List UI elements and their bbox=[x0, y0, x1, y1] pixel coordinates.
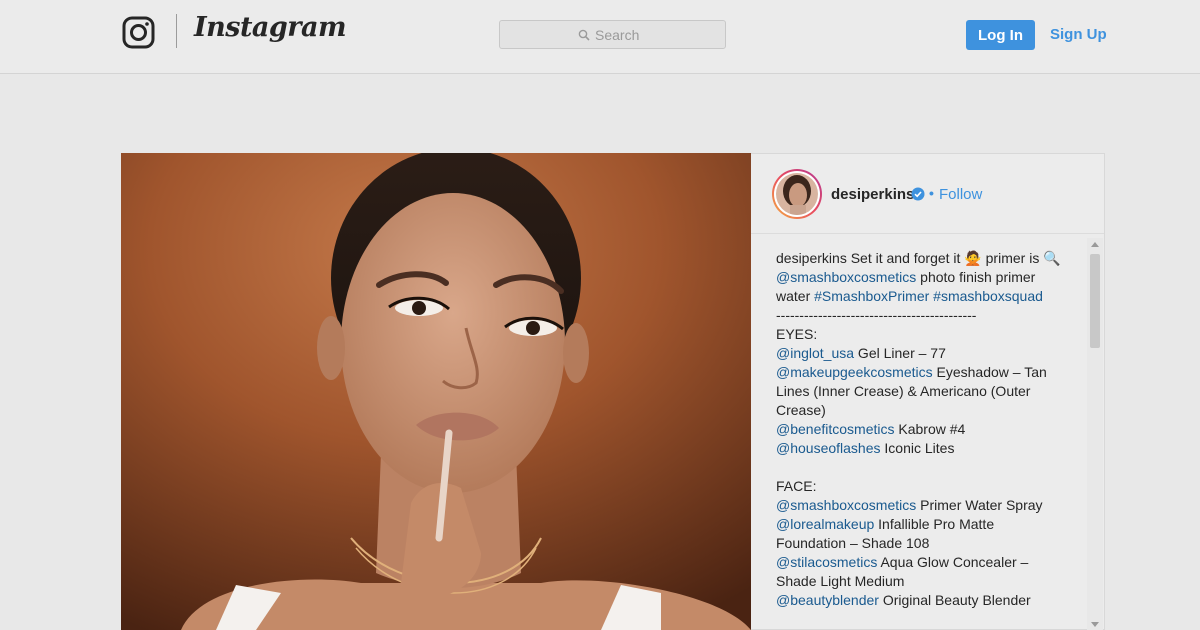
avatar[interactable] bbox=[772, 169, 822, 219]
mention-link[interactable]: @lorealmakeup bbox=[776, 516, 874, 532]
mention-link[interactable]: @makeupgeekcosmetics bbox=[776, 364, 933, 380]
login-button[interactable]: Log In bbox=[966, 20, 1035, 50]
mention-link[interactable]: @smashboxcosmetics bbox=[776, 497, 916, 513]
search-box[interactable] bbox=[499, 20, 726, 49]
caption-text: ----------------------------------------… bbox=[776, 307, 977, 323]
mention-link[interactable]: @houseoflashes bbox=[776, 440, 881, 456]
caption-line: @benefitcosmetics Kabrow #4 bbox=[776, 420, 1066, 439]
caption-line: @makeupgeekcosmetics Eyeshadow – Tan Lin… bbox=[776, 363, 1066, 420]
separator-dot: • bbox=[929, 185, 934, 201]
caption-line: @smashboxcosmetics photo finish primer w… bbox=[776, 268, 1066, 306]
caption-line: @houseoflashes Iconic Lites bbox=[776, 439, 1066, 458]
scroll-down-arrow-icon[interactable] bbox=[1091, 622, 1099, 627]
post-photo[interactable] bbox=[121, 153, 751, 630]
caption-scrollbar[interactable] bbox=[1087, 238, 1103, 630]
caption-line: @inglot_usa Gel Liner – 77 bbox=[776, 344, 1066, 363]
post-header: desiperkins • Follow bbox=[751, 154, 1104, 234]
post-username[interactable]: desiperkins bbox=[831, 186, 914, 203]
hashtag-link[interactable]: #smashboxsquad bbox=[933, 288, 1043, 304]
mention-link[interactable]: @beautyblender bbox=[776, 592, 879, 608]
scroll-thumb[interactable] bbox=[1090, 254, 1100, 348]
caption-text: Kabrow #4 bbox=[894, 421, 966, 437]
instagram-camera-icon[interactable] bbox=[122, 16, 155, 49]
caption-line: @beautyblender Original Beauty Blender bbox=[776, 591, 1066, 610]
top-navigation-bar: Instagram Log In Sign Up bbox=[0, 0, 1200, 74]
caption-line: ----------------------------------------… bbox=[776, 306, 1066, 325]
caption-line: EYES: bbox=[776, 325, 1066, 344]
mention-link[interactable]: @inglot_usa bbox=[776, 345, 854, 361]
signup-link[interactable]: Sign Up bbox=[1050, 26, 1107, 43]
caption-line: desiperkins Set it and forget it 🙅 prime… bbox=[776, 249, 1066, 268]
scroll-up-arrow-icon[interactable] bbox=[1091, 242, 1099, 247]
search-input[interactable] bbox=[595, 26, 647, 43]
caption-line bbox=[776, 458, 1066, 477]
instagram-wordmark[interactable]: Instagram bbox=[194, 12, 347, 43]
search-icon bbox=[578, 29, 590, 41]
post-caption: desiperkins Set it and forget it 🙅 prime… bbox=[776, 249, 1066, 610]
post-side-panel: desiperkins • Follow desiperkins Set it … bbox=[751, 153, 1105, 630]
verified-badge-icon bbox=[911, 187, 925, 201]
avatar-image bbox=[776, 173, 818, 215]
caption-text: desiperkins Set it and forget it 🙅 prime… bbox=[776, 250, 1061, 266]
caption-line: @stilacosmetics Aqua Glow Concealer – Sh… bbox=[776, 553, 1066, 591]
follow-button[interactable]: Follow bbox=[939, 186, 982, 203]
logo-divider bbox=[176, 14, 177, 48]
caption-text: Original Beauty Blender bbox=[878, 592, 1031, 608]
caption-text: FACE: bbox=[776, 478, 817, 494]
caption-text: EYES: bbox=[776, 326, 818, 342]
mention-link[interactable]: @smashboxcosmetics bbox=[776, 269, 916, 285]
caption-line: @lorealmakeup Infallible Pro Matte Found… bbox=[776, 515, 1066, 553]
caption-line: FACE: bbox=[776, 477, 1066, 496]
hashtag-link[interactable]: #SmashboxPrimer bbox=[814, 288, 929, 304]
caption-line: @smashboxcosmetics Primer Water Spray bbox=[776, 496, 1066, 515]
mention-link[interactable]: @benefitcosmetics bbox=[776, 421, 894, 437]
mention-link[interactable]: @stilacosmetics bbox=[776, 554, 877, 570]
caption-text: Iconic Lites bbox=[880, 440, 955, 456]
caption-text: Primer Water Spray bbox=[916, 497, 1043, 513]
caption-text: Gel Liner – 77 bbox=[854, 345, 946, 361]
